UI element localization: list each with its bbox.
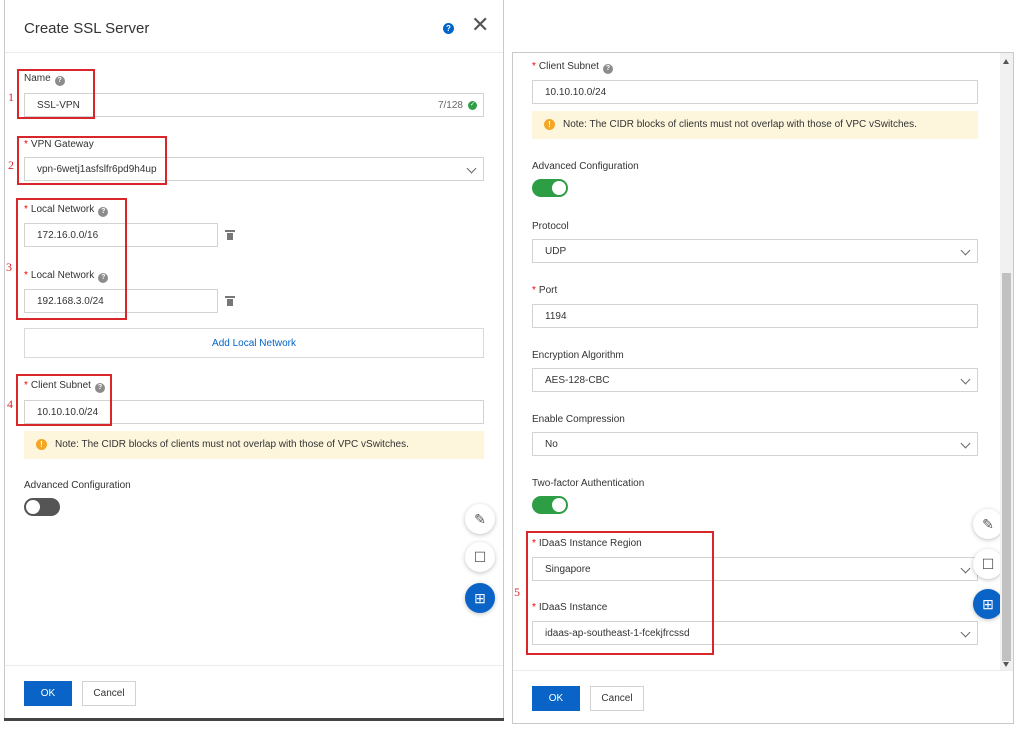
chat-icon[interactable]: ☐	[465, 542, 495, 572]
annotation-number-1: 1	[8, 90, 14, 104]
ok-button[interactable]: OK	[532, 686, 580, 711]
chevron-down-icon	[466, 163, 477, 174]
panel-footer: OK Cancel	[513, 670, 1013, 723]
annotation-number-4: 4	[7, 397, 13, 411]
add-local-network-button[interactable]: Add Local Network	[24, 328, 484, 358]
scrollbar-thumb[interactable]	[1002, 273, 1011, 661]
scrollbar[interactable]	[1000, 53, 1013, 723]
client-subnet-label: * Client Subnet?	[532, 61, 613, 74]
check-icon: ✓	[468, 101, 477, 110]
trash-icon[interactable]	[225, 296, 235, 306]
panel-footer: OK Cancel	[5, 665, 503, 718]
cidr-note: ! Note: The CIDR blocks of clients must …	[24, 431, 484, 459]
warning-icon: !	[544, 119, 555, 130]
panel-header: Create SSL Server ? ✕	[5, 0, 503, 53]
advanced-config-label: Advanced Configuration	[24, 480, 131, 491]
annotation-box-5	[526, 531, 714, 655]
close-icon[interactable]: ✕	[471, 14, 489, 36]
annotation-box-2	[17, 136, 167, 185]
annotation-box-1	[17, 69, 95, 119]
chevron-down-icon	[960, 374, 971, 385]
advanced-config-label: Advanced Configuration	[532, 161, 639, 172]
protocol-label: Protocol	[532, 221, 569, 232]
two-factor-label: Two-factor Authentication	[532, 478, 645, 489]
client-subnet-input[interactable]: 10.10.10.0/24	[532, 80, 978, 104]
panel-title: Create SSL Server	[24, 20, 150, 37]
cancel-button[interactable]: Cancel	[590, 686, 644, 711]
annotation-box-4	[16, 374, 112, 426]
ok-button[interactable]: OK	[24, 681, 72, 706]
trash-icon[interactable]	[225, 230, 235, 240]
annotation-number-5: 5	[514, 585, 520, 599]
compression-label: Enable Compression	[532, 414, 625, 425]
chevron-down-icon	[960, 245, 971, 256]
apps-icon[interactable]: ⊞	[465, 583, 495, 613]
help-icon[interactable]: ?	[443, 23, 454, 34]
encryption-label: Encryption Algorithm	[532, 350, 624, 361]
compression-select[interactable]: No	[532, 432, 978, 456]
scroll-up-arrow[interactable]	[1003, 59, 1009, 64]
scroll-down-arrow[interactable]	[1003, 662, 1009, 667]
help-icon[interactable]: ?	[602, 64, 613, 74]
advanced-config-toggle[interactable]	[24, 498, 60, 516]
annotation-number-3: 3	[6, 260, 12, 274]
apps-icon[interactable]: ⊞	[973, 589, 1003, 619]
annotation-box-3	[16, 198, 127, 320]
feedback-icon[interactable]: ✎	[973, 509, 1003, 539]
two-factor-toggle[interactable]	[532, 496, 568, 514]
cancel-button[interactable]: Cancel	[82, 681, 136, 706]
chat-icon[interactable]: ☐	[973, 549, 1003, 579]
port-input[interactable]: 1194	[532, 304, 978, 328]
encryption-select[interactable]: AES-128-CBC	[532, 368, 978, 392]
annotation-number-2: 2	[8, 158, 14, 172]
chevron-down-icon	[960, 438, 971, 449]
port-label: * Port	[532, 285, 558, 296]
char-count: 7/128	[437, 100, 463, 111]
chevron-down-icon	[960, 563, 971, 574]
protocol-select[interactable]: UDP	[532, 239, 978, 263]
warning-icon: !	[36, 439, 47, 450]
cidr-note: ! Note: The CIDR blocks of clients must …	[532, 111, 978, 139]
advanced-config-toggle[interactable]	[532, 179, 568, 197]
chevron-down-icon	[960, 627, 971, 638]
feedback-icon[interactable]: ✎	[465, 504, 495, 534]
